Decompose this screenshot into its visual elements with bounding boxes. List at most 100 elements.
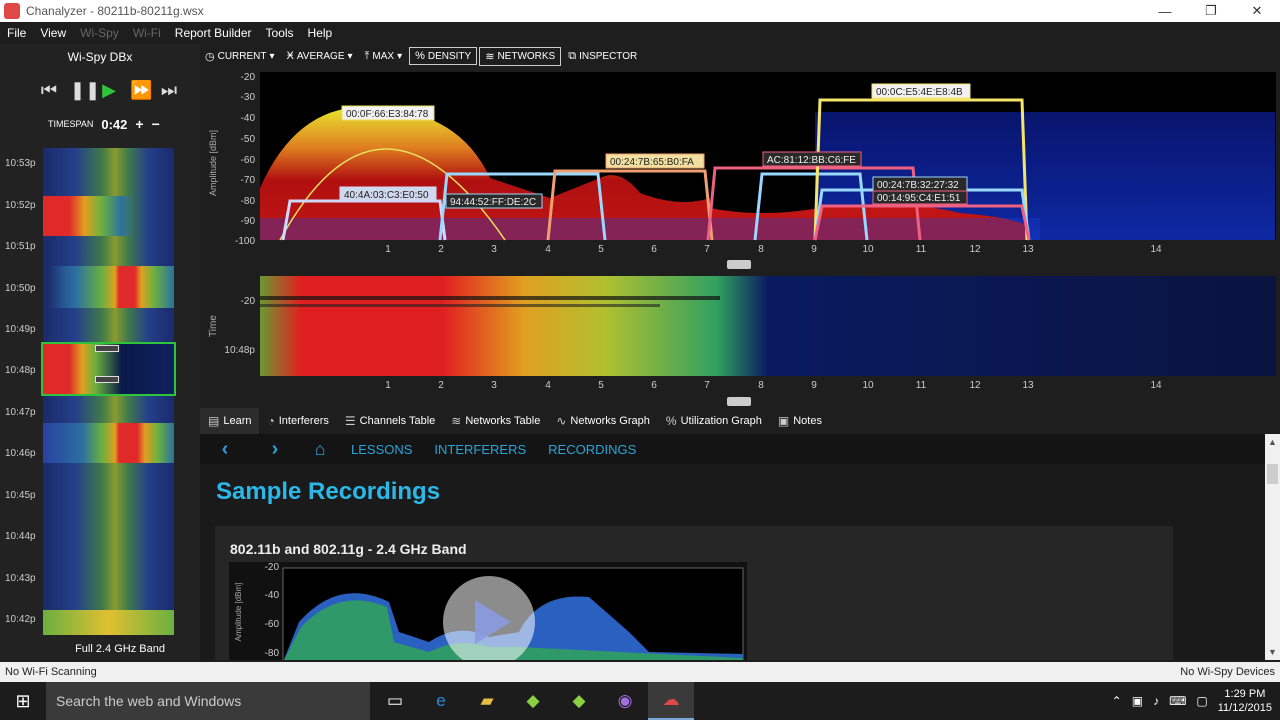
- average-toggle[interactable]: Ӿ AVERAGE ▾: [282, 48, 358, 64]
- scroll-thumb[interactable]: [1267, 464, 1278, 484]
- scroll-up-icon[interactable]: ▲: [1265, 434, 1280, 450]
- y-tick: -70: [241, 175, 256, 186]
- network-label[interactable]: 94:44:52:FF:DE:2C: [450, 197, 536, 208]
- recording-thumbnail[interactable]: Amplitude [dBm] -20 -40 -60 -80: [229, 562, 747, 660]
- menu-bar: File View Wi-Spy Wi-Fi Report Builder To…: [0, 22, 1280, 44]
- chevron-down-icon[interactable]: ▾: [397, 51, 402, 62]
- learn-navigation: ‹ › ⌂ LESSONS INTERFERERS RECORDINGS: [200, 434, 1265, 464]
- scroll-down-icon[interactable]: ▼: [1265, 644, 1280, 660]
- lessons-link[interactable]: LESSONS: [340, 442, 423, 457]
- edge-browser-icon[interactable]: e: [418, 682, 464, 720]
- task-view-icon[interactable]: ▭: [372, 682, 418, 720]
- tab-networks-graph[interactable]: ∿ Networks Graph: [548, 408, 658, 434]
- tab-label: Channels Table: [359, 415, 436, 427]
- recording-title[interactable]: 802.11b and 802.11g - 2.4 GHz Band: [230, 541, 467, 557]
- menu-view[interactable]: View: [33, 26, 73, 40]
- timespan-plus-button[interactable]: +: [135, 116, 143, 132]
- menu-file[interactable]: File: [0, 26, 33, 40]
- menu-wi-fi[interactable]: Wi-Fi: [126, 26, 168, 40]
- density-toggle[interactable]: % DENSITY: [409, 47, 478, 65]
- max-toggle[interactable]: ⤒ MAX ▾: [360, 48, 408, 65]
- timespan-minus-button[interactable]: −: [152, 116, 160, 132]
- play-icon[interactable]: ▶: [100, 80, 118, 100]
- file-explorer-icon[interactable]: ▰: [464, 682, 510, 720]
- timespan-control: TIMESPAN 0:42 + −: [48, 116, 160, 132]
- forward-arrow-icon[interactable]: ›: [250, 438, 300, 461]
- home-icon[interactable]: ⌂: [300, 439, 340, 460]
- x-tick: 12: [969, 244, 981, 255]
- skip-start-icon[interactable]: ⏮: [40, 80, 58, 100]
- recording-card[interactable]: 802.11b and 802.11g - 2.4 GHz Band Ampli…: [215, 526, 1173, 660]
- notifications-icon[interactable]: ▢: [1196, 694, 1207, 708]
- skip-end-icon[interactable]: ⏭: [160, 80, 178, 100]
- waterfall-svg: Time -20 10:48p 1 2 3 4 5 6 7 8 9 10 11 …: [208, 276, 1276, 391]
- minimize-button[interactable]: —: [1142, 0, 1188, 22]
- selection-handle-bottom[interactable]: [95, 376, 119, 383]
- x-tick: 10: [862, 244, 874, 255]
- tab-notes[interactable]: ▣ Notes: [770, 408, 830, 434]
- tab-utilization-graph[interactable]: % Utilization Graph: [658, 408, 770, 434]
- app-icon[interactable]: ◉: [602, 682, 648, 720]
- network-label[interactable]: 00:24:7B:65:B0:FA: [610, 157, 694, 168]
- x-tick: 4: [545, 244, 551, 255]
- learn-scrollbar[interactable]: ▲ ▼: [1265, 434, 1280, 660]
- back-arrow-icon[interactable]: ‹: [200, 438, 250, 461]
- y-tick: -40: [241, 113, 256, 124]
- menu-tools[interactable]: Tools: [259, 26, 301, 40]
- graph-icon: ∿: [556, 414, 567, 428]
- current-toggle[interactable]: ◷ CURRENT ▾: [200, 48, 280, 65]
- windows-start-icon[interactable]: ⊞: [0, 682, 46, 720]
- bottom-tabs: ▤ Learn ◔ Interferers ☰ Channels Table ≋ Net…: [200, 408, 1280, 434]
- pause-icon[interactable]: ❚❚: [70, 80, 100, 100]
- tab-networks-table[interactable]: ≋ Networks Table: [443, 408, 548, 434]
- inspector-toggle[interactable]: ⧉ INSPECTOR: [563, 48, 642, 65]
- app-icon[interactable]: ◆: [510, 682, 556, 720]
- average-label: AVERAGE: [296, 50, 345, 62]
- thumb-y-tick: -40: [265, 590, 280, 601]
- time-label: 10:48p: [5, 365, 36, 376]
- fast-forward-icon[interactable]: ⏩: [130, 80, 152, 100]
- network-label[interactable]: 00:0F:66:E3:84:78: [346, 109, 429, 120]
- average-icon: Ӿ: [286, 50, 294, 62]
- network-icon[interactable]: ▣: [1132, 694, 1143, 708]
- network-label[interactable]: 00:0C:E5:4E:E8:4B: [876, 87, 963, 98]
- x-tick: 14: [1150, 244, 1162, 255]
- interferers-link[interactable]: INTERFERERS: [423, 442, 537, 457]
- chanalyzer-taskbar-icon[interactable]: ☁: [648, 682, 694, 720]
- recordings-link[interactable]: RECORDINGS: [537, 442, 647, 457]
- x-tick: 7: [704, 244, 710, 255]
- chevron-down-icon[interactable]: ▾: [270, 51, 275, 62]
- network-label[interactable]: 00:14:95:C4:E1:51: [877, 193, 961, 204]
- max-icon: ⤒: [364, 49, 370, 62]
- restore-button[interactable]: ❐: [1188, 0, 1234, 22]
- menu-help[interactable]: Help: [301, 26, 340, 40]
- networks-label: NETWORKS: [497, 50, 556, 62]
- taskbar-search-input[interactable]: Search the web and Windows: [46, 682, 370, 720]
- keyboard-icon[interactable]: ⌨: [1169, 694, 1186, 708]
- chevron-down-icon[interactable]: ▾: [347, 51, 352, 62]
- selection-handle-top[interactable]: [95, 345, 119, 352]
- y-tick: -80: [241, 196, 256, 207]
- waterfall-resize-handle[interactable]: [727, 397, 751, 406]
- app-icon[interactable]: ◆: [556, 682, 602, 720]
- chart-resize-handle[interactable]: [727, 260, 751, 269]
- network-label[interactable]: 40:4A:03:C3:E0:50: [344, 190, 429, 201]
- navigation-waterfall[interactable]: [41, 148, 176, 635]
- menu-report-builder[interactable]: Report Builder: [168, 26, 259, 40]
- chevron-up-icon[interactable]: ⌃: [1112, 694, 1122, 708]
- tab-learn[interactable]: ▤ Learn: [200, 408, 260, 434]
- clock[interactable]: 1:29 PM 11/12/2015: [1218, 687, 1272, 715]
- menu-wi-spy[interactable]: Wi-Spy: [73, 26, 126, 40]
- x-tick: 9: [811, 380, 817, 391]
- time-label: 10:51p: [5, 241, 36, 252]
- volume-icon[interactable]: ♪: [1153, 694, 1159, 708]
- network-label[interactable]: AC:81:12:BB:C6:FE: [767, 155, 856, 166]
- networks-toggle[interactable]: ≋ NETWORKS: [479, 46, 562, 66]
- tab-channels-table[interactable]: ☰ Channels Table: [337, 408, 443, 434]
- network-label[interactable]: 00:24:7B:32:27:32: [877, 180, 959, 191]
- waterfall-view[interactable]: Time -20 10:48p 1 2 3 4 5 6 7 8 9 10 11 …: [200, 270, 1280, 396]
- tab-interferers[interactable]: ◔ Interferers: [259, 408, 336, 434]
- density-chart[interactable]: Amplitude [dBm] -20 -30 -40 -50 -60 -70 …: [200, 68, 1280, 260]
- close-button[interactable]: ✕: [1234, 0, 1280, 22]
- time-label: 10:43p: [5, 573, 36, 584]
